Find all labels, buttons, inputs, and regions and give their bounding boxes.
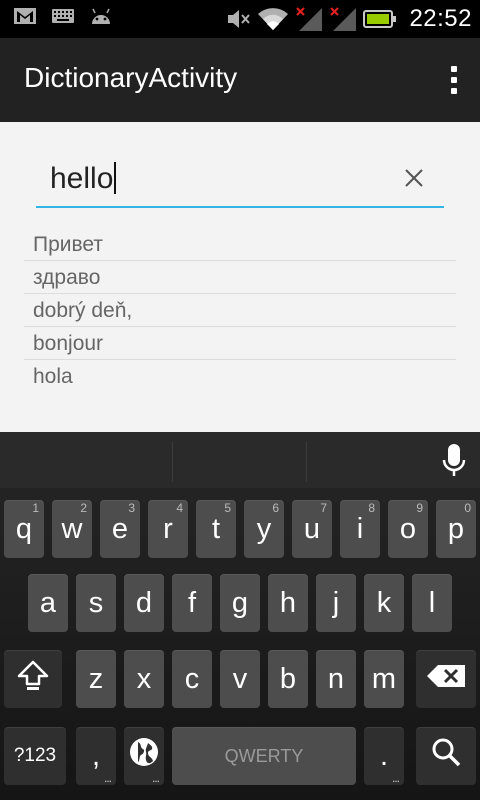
- key-a[interactable]: a: [28, 574, 68, 632]
- space-key[interactable]: QWERTY: [172, 727, 356, 785]
- key-j[interactable]: j: [316, 574, 356, 632]
- action-bar: DictionaryActivity: [0, 38, 480, 122]
- list-item[interactable]: hola: [24, 360, 456, 393]
- key-hint: 4: [176, 501, 183, 515]
- keyboard-icon: [52, 9, 74, 23]
- symbols-key[interactable]: ?123: [4, 727, 66, 785]
- key-hint: 1: [32, 501, 39, 515]
- key-label: u: [303, 512, 321, 545]
- key-label: o: [399, 512, 417, 545]
- key-label: q: [15, 512, 33, 545]
- key-p[interactable]: p0: [436, 500, 476, 558]
- status-clock: 22:52: [409, 5, 472, 32]
- key-b[interactable]: b: [268, 650, 308, 708]
- battery-icon: [363, 9, 397, 29]
- status-bar: 22:52: [0, 0, 480, 38]
- signal-icon: [329, 6, 357, 32]
- gmail-icon: [14, 8, 36, 24]
- key-label: e: [111, 512, 129, 545]
- key-label: t: [211, 512, 221, 545]
- key-u[interactable]: u7: [292, 500, 332, 558]
- search-key[interactable]: [416, 727, 476, 785]
- key-hint: 8: [368, 501, 375, 515]
- mute-icon: [225, 7, 251, 31]
- key-l[interactable]: l: [412, 574, 452, 632]
- android-icon: [90, 8, 112, 24]
- key-more-dots: ...: [391, 771, 400, 785]
- search-input[interactable]: hello: [36, 154, 444, 208]
- key-w[interactable]: w2: [52, 500, 92, 558]
- key-z[interactable]: z: [76, 650, 116, 708]
- app-title: DictionaryActivity: [24, 62, 238, 93]
- globe-icon: [128, 736, 160, 776]
- text-cursor: [114, 162, 117, 194]
- suggestion-strip: [0, 432, 480, 488]
- translation-list: Привет здраво dobrý deň, bonjour hola: [24, 228, 456, 393]
- close-icon[interactable]: [402, 166, 426, 190]
- key-h[interactable]: h: [268, 574, 308, 632]
- key-r[interactable]: r4: [148, 500, 188, 558]
- search-input-value: hello: [50, 162, 114, 195]
- list-item[interactable]: здраво: [24, 261, 456, 294]
- key-o[interactable]: o9: [388, 500, 428, 558]
- key-label: p: [447, 512, 465, 545]
- key-label: w: [61, 512, 83, 545]
- key-d[interactable]: d: [124, 574, 164, 632]
- key-hint: 7: [320, 501, 327, 515]
- key-label: r: [163, 512, 173, 545]
- comma-key[interactable]: ,...: [76, 727, 116, 785]
- key-more-dots: ...: [103, 771, 112, 785]
- key-q[interactable]: q1: [4, 500, 44, 558]
- key-c[interactable]: c: [172, 650, 212, 708]
- key-label: ,: [91, 739, 101, 772]
- search-icon: [430, 736, 462, 776]
- key-hint: 0: [464, 501, 471, 515]
- key-v[interactable]: v: [220, 650, 260, 708]
- wifi-icon: [257, 6, 289, 32]
- backspace-key[interactable]: [416, 650, 476, 708]
- key-hint: 3: [128, 501, 135, 515]
- backspace-icon: [426, 663, 466, 696]
- key-y[interactable]: y6: [244, 500, 284, 558]
- key-s[interactable]: s: [76, 574, 116, 632]
- microphone-icon[interactable]: [440, 444, 468, 478]
- soft-keyboard: q1 w2 e3 r4 t5 y6 u7 i8 o9 p0 a s d f g …: [0, 432, 480, 800]
- key-label: i: [356, 512, 364, 545]
- key-m[interactable]: m: [364, 650, 404, 708]
- list-item[interactable]: Привет: [24, 228, 456, 261]
- key-label: y: [256, 512, 272, 545]
- list-item[interactable]: dobrý deň,: [24, 294, 456, 327]
- key-k[interactable]: k: [364, 574, 404, 632]
- shift-icon: [16, 658, 50, 700]
- key-t[interactable]: t5: [196, 500, 236, 558]
- shift-key[interactable]: [4, 650, 62, 708]
- key-hint: 5: [224, 501, 231, 515]
- overflow-menu-icon[interactable]: [442, 62, 466, 98]
- key-g[interactable]: g: [220, 574, 260, 632]
- key-e[interactable]: e3: [100, 500, 140, 558]
- key-hint: 2: [80, 501, 87, 515]
- key-more-dots: ...: [151, 771, 160, 785]
- key-hint: 6: [272, 501, 279, 515]
- key-label: .: [379, 739, 389, 772]
- key-x[interactable]: x: [124, 650, 164, 708]
- key-f[interactable]: f: [172, 574, 212, 632]
- language-key[interactable]: ...: [124, 727, 164, 785]
- main-content: hello Привет здраво dobrý deň, bonjour h…: [0, 122, 480, 432]
- key-hint: 9: [416, 501, 423, 515]
- key-i[interactable]: i8: [340, 500, 380, 558]
- signal-icon: [295, 6, 323, 32]
- divider: [172, 442, 173, 482]
- divider: [306, 442, 307, 482]
- period-key[interactable]: ....: [364, 727, 404, 785]
- key-n[interactable]: n: [316, 650, 356, 708]
- list-item[interactable]: bonjour: [24, 327, 456, 360]
